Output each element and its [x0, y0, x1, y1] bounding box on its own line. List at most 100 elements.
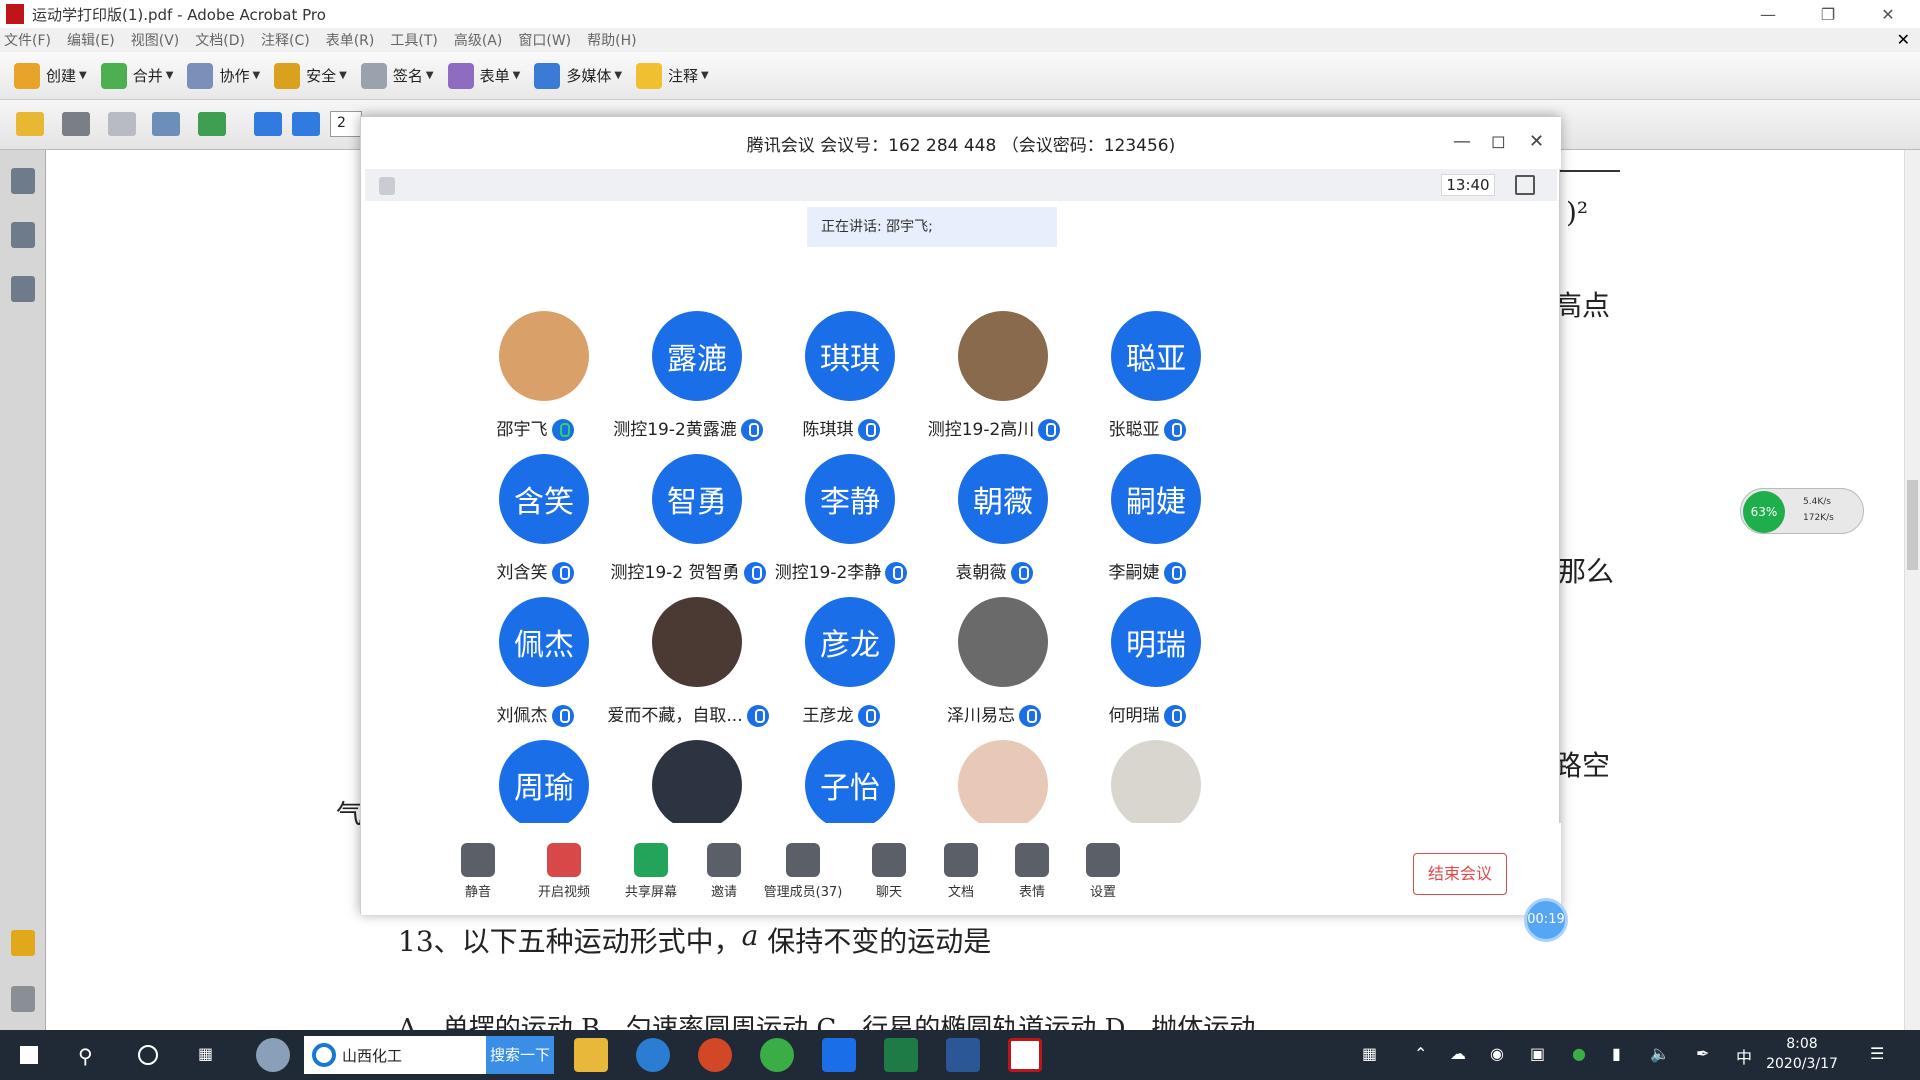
menu-document[interactable]: 文档(D): [195, 30, 245, 50]
powerpoint-icon[interactable]: [698, 1038, 732, 1072]
acrobat-icon[interactable]: [1008, 1038, 1042, 1072]
settings-icon: [1086, 843, 1120, 877]
bookmarks-panel-icon[interactable]: [11, 222, 35, 248]
participant-tile[interactable]: 明瑞 何明瑞: [1057, 597, 1237, 757]
next-page-icon[interactable]: [292, 112, 320, 136]
menu-comments[interactable]: 注释(C): [261, 30, 310, 50]
close-button[interactable]: ✕: [1860, 0, 1916, 28]
previous-page-icon[interactable]: [254, 112, 282, 136]
menu-advanced[interactable]: 高级(A): [454, 30, 503, 50]
toolbar-combine[interactable]: 合并 ▼: [100, 62, 173, 89]
network-speed-widget[interactable]: 63% 5.4K/s 172K/s: [1740, 488, 1864, 534]
window-title: 运动学打印版(1).pdf - Adobe Acrobat Pro: [32, 5, 326, 24]
task-view-icon[interactable]: ▦: [198, 1044, 213, 1063]
onedrive-icon[interactable]: ☁: [1450, 1044, 1466, 1063]
menu-forms[interactable]: 表单(R): [326, 30, 375, 50]
excel-icon[interactable]: [884, 1038, 918, 1072]
page-number-input[interactable]: 2: [330, 111, 362, 137]
chat-icon: [872, 843, 906, 877]
menu-tools[interactable]: 工具(T): [390, 30, 437, 50]
app-pinwheel-icon[interactable]: [256, 1038, 290, 1072]
toolbar-create[interactable]: 创建 ▼: [14, 62, 87, 89]
save-icon[interactable]: [108, 112, 136, 136]
pen-workspace-icon[interactable]: ✒: [1696, 1044, 1709, 1063]
menu-view[interactable]: 视图(V): [131, 30, 180, 50]
participant-avatar: 露漉: [652, 311, 742, 401]
volume-icon[interactable]: 🔈: [1650, 1044, 1670, 1063]
participant-avatar: 李静: [805, 454, 895, 544]
menu-window[interactable]: 窗口(W): [518, 30, 571, 50]
toolbar-multimedia[interactable]: 多媒体 ▼: [534, 62, 622, 89]
toolbar-label: 创建: [46, 67, 77, 85]
menu-help[interactable]: 帮助(H): [587, 30, 636, 50]
word-icon[interactable]: [946, 1038, 980, 1072]
end-meeting-button[interactable]: 结束会议: [1413, 853, 1507, 895]
vertical-scrollbar[interactable]: [1904, 150, 1920, 1030]
tray-app-icon[interactable]: ◉: [1490, 1044, 1504, 1063]
attachments-panel-icon[interactable]: [11, 986, 35, 1012]
minimize-button[interactable]: —: [1740, 0, 1796, 28]
control-members-button[interactable]: 管理成员(37): [758, 843, 848, 900]
meeting-close-button[interactable]: ✕: [1529, 131, 1544, 152]
restore-button[interactable]: ❐: [1800, 0, 1856, 28]
control-settings-button[interactable]: 设置: [1058, 843, 1148, 900]
browser-search-box[interactable]: 山西化工 搜索一下: [304, 1036, 554, 1074]
toolbar-sign[interactable]: 签名 ▼: [360, 62, 434, 89]
menu-file[interactable]: 文件(F): [4, 30, 51, 50]
pages-panel-icon[interactable]: [11, 168, 35, 194]
document-close-icon[interactable]: ✕: [1897, 30, 1910, 49]
print-icon[interactable]: [62, 112, 90, 136]
participant-tile[interactable]: [1057, 740, 1237, 823]
meeting-minimize-button[interactable]: —: [1453, 131, 1471, 152]
participant-tile[interactable]: 嗣婕 李嗣婕: [1057, 454, 1237, 614]
invite-icon: [707, 843, 741, 877]
toolbar-forms[interactable]: 表单 ▼: [447, 62, 520, 89]
email-icon[interactable]: [152, 112, 180, 136]
clock-date: 2020/3/17: [1766, 1056, 1838, 1072]
toolbar-label: 签名: [392, 67, 423, 85]
shield-icon[interactable]: [379, 177, 395, 195]
share-icon[interactable]: [198, 112, 226, 136]
meeting-maximize-button[interactable]: ◻: [1491, 131, 1506, 152]
notifications-icon[interactable]: ☰: [1870, 1044, 1884, 1063]
search-text[interactable]: 山西化工: [342, 1045, 486, 1066]
cortana-icon[interactable]: [138, 1045, 158, 1065]
toolbar-secure[interactable]: 安全 ▼: [274, 62, 347, 89]
start-icon[interactable]: [12, 1038, 46, 1072]
ime-indicator[interactable]: 中: [1736, 1044, 1752, 1068]
edge-icon[interactable]: [636, 1038, 670, 1072]
emoji-icon: [1015, 843, 1049, 877]
participant-avatar: 彦龙: [805, 597, 895, 687]
control-camera-off-button[interactable]: 开启视频: [519, 843, 609, 900]
rule-line: [1560, 170, 1620, 172]
search-icon[interactable]: ⚲: [78, 1044, 93, 1068]
tencent-meeting-icon[interactable]: [822, 1038, 856, 1072]
clock-time: 8:08: [1786, 1036, 1818, 1052]
recording-timer[interactable]: 00:19: [1524, 898, 1568, 942]
wechat-icon[interactable]: [760, 1038, 794, 1072]
toolbar-comment[interactable]: 注释 ▼: [636, 62, 709, 89]
question-text: 13、以下五种运动形式中，a 保持不变的运动是: [398, 919, 992, 958]
participant-name-text: 刘佩杰: [496, 706, 548, 726]
taskbar-clock[interactable]: 8:08 2020/3/17: [1760, 1034, 1844, 1074]
signatures-panel-icon[interactable]: [11, 276, 35, 302]
comments-panel-icon[interactable]: [11, 930, 35, 956]
toolbar-collaborate[interactable]: 协作 ▼: [187, 62, 260, 89]
fullscreen-icon[interactable]: [1515, 175, 1535, 195]
tray-app2-icon[interactable]: ▣: [1530, 1044, 1545, 1063]
search-button[interactable]: 搜索一下: [486, 1036, 554, 1074]
toolbar-label: 注释: [668, 67, 699, 85]
tray-app3-icon[interactable]: ●: [1572, 1044, 1586, 1063]
menu-edit[interactable]: 编辑(E): [67, 30, 115, 50]
control-invite-button[interactable]: 邀请: [679, 843, 769, 900]
file-explorer-icon[interactable]: [574, 1038, 608, 1072]
ime-grid-icon[interactable]: ▦: [1362, 1044, 1377, 1063]
open-folder-icon[interactable]: [16, 112, 44, 136]
control-microphone-button[interactable]: 静音: [433, 843, 523, 900]
microphone-icon: [461, 843, 495, 877]
ie-icon: [312, 1043, 336, 1067]
show-hidden-icons-icon[interactable]: ⌃: [1414, 1044, 1427, 1063]
battery-icon[interactable]: ▮: [1612, 1044, 1621, 1063]
participant-tile[interactable]: 聪亚 张聪亚: [1057, 311, 1237, 471]
scroll-thumb[interactable]: [1907, 480, 1918, 570]
